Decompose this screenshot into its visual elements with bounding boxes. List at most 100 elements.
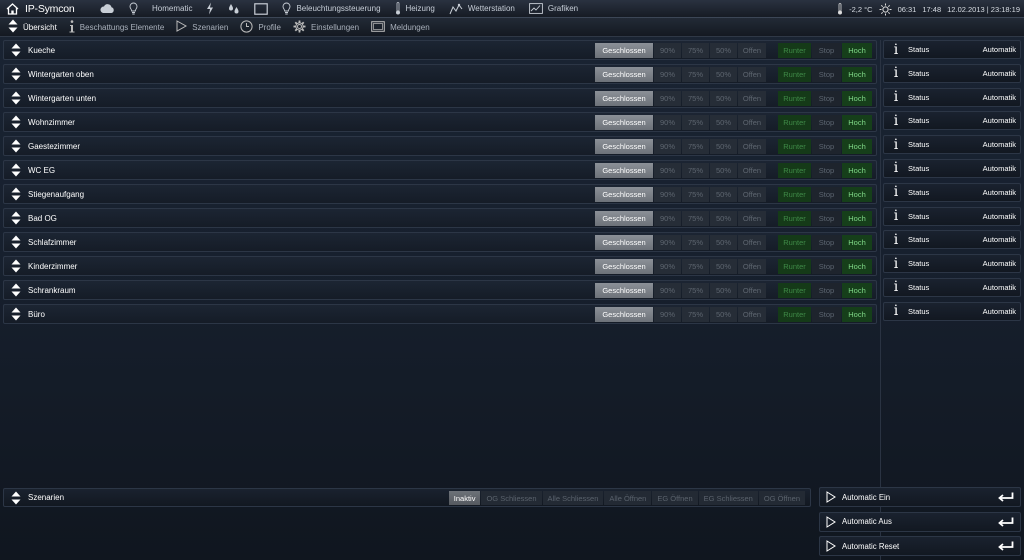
up-button[interactable]: Hoch — [842, 187, 872, 202]
info-icon[interactable]: i — [884, 66, 908, 80]
90-percent-button[interactable]: 90% — [654, 115, 681, 130]
open-button[interactable]: Offen — [738, 115, 766, 130]
down-button[interactable]: Runter — [778, 283, 811, 298]
info-icon[interactable]: i — [884, 114, 908, 128]
updown-arrows-icon[interactable] — [4, 139, 28, 153]
home-icon[interactable] — [4, 2, 20, 16]
topnav-item-water-drops[interactable] — [221, 0, 247, 18]
subnav-tab-clock[interactable]: Profile — [234, 18, 287, 37]
down-button[interactable]: Runter — [778, 187, 811, 202]
stop-button[interactable]: Stop — [812, 115, 841, 130]
closed-button[interactable]: Geschlossen — [595, 91, 653, 106]
75-percent-button[interactable]: 75% — [682, 307, 709, 322]
updown-arrows-icon[interactable] — [4, 91, 28, 105]
open-button[interactable]: Offen — [738, 235, 766, 250]
stop-button[interactable]: Stop — [812, 67, 841, 82]
stop-button[interactable]: Stop — [812, 259, 841, 274]
90-percent-button[interactable]: 90% — [654, 259, 681, 274]
info-icon[interactable]: i — [884, 90, 908, 104]
info-icon[interactable]: i — [884, 280, 908, 294]
up-button[interactable]: Hoch — [842, 235, 872, 250]
50-percent-button[interactable]: 50% — [710, 115, 737, 130]
topnav-item-grafiken[interactable]: Grafiken — [522, 0, 585, 18]
stop-button[interactable]: Stop — [812, 43, 841, 58]
75-percent-button[interactable]: 75% — [682, 259, 709, 274]
50-percent-button[interactable]: 50% — [710, 91, 737, 106]
open-button[interactable]: Offen — [738, 283, 766, 298]
updown-arrows-icon[interactable] — [4, 283, 28, 297]
down-button[interactable]: Runter — [778, 67, 811, 82]
50-percent-button[interactable]: 50% — [710, 43, 737, 58]
75-percent-button[interactable]: 75% — [682, 235, 709, 250]
50-percent-button[interactable]: 50% — [710, 235, 737, 250]
updown-arrows-icon[interactable] — [4, 67, 28, 81]
info-icon[interactable]: i — [884, 209, 908, 223]
90-percent-button[interactable]: 90% — [654, 235, 681, 250]
stop-button[interactable]: Stop — [812, 139, 841, 154]
stop-button[interactable]: Stop — [812, 91, 841, 106]
down-button[interactable]: Runter — [778, 115, 811, 130]
stop-button[interactable]: Stop — [812, 211, 841, 226]
info-icon[interactable]: i — [884, 233, 908, 247]
updown-arrows-icon[interactable] — [4, 187, 28, 201]
90-percent-button[interactable]: 90% — [654, 139, 681, 154]
75-percent-button[interactable]: 75% — [682, 115, 709, 130]
50-percent-button[interactable]: 50% — [710, 67, 737, 82]
90-percent-button[interactable]: 90% — [654, 187, 681, 202]
info-icon[interactable]: i — [884, 304, 908, 318]
down-button[interactable]: Runter — [778, 91, 811, 106]
stop-button[interactable]: Stop — [812, 283, 841, 298]
closed-button[interactable]: Geschlossen — [595, 67, 653, 82]
updown-arrows-icon[interactable] — [4, 235, 28, 249]
up-button[interactable]: Hoch — [842, 211, 872, 226]
automatic-button[interactable]: Automatic Aus — [819, 511, 1021, 532]
90-percent-button[interactable]: 90% — [654, 43, 681, 58]
up-button[interactable]: Hoch — [842, 163, 872, 178]
open-button[interactable]: Offen — [738, 211, 766, 226]
up-button[interactable]: Hoch — [842, 139, 872, 154]
info-icon[interactable]: i — [884, 138, 908, 152]
updown-arrows-icon[interactable] — [4, 259, 28, 273]
90-percent-button[interactable]: 90% — [654, 163, 681, 178]
open-button[interactable]: Offen — [738, 139, 766, 154]
up-button[interactable]: Hoch — [842, 67, 872, 82]
open-button[interactable]: Offen — [738, 307, 766, 322]
closed-button[interactable]: Geschlossen — [595, 307, 653, 322]
closed-button[interactable]: Geschlossen — [595, 163, 653, 178]
closed-button[interactable]: Geschlossen — [595, 283, 653, 298]
open-button[interactable]: Offen — [738, 163, 766, 178]
down-button[interactable]: Runter — [778, 259, 811, 274]
75-percent-button[interactable]: 75% — [682, 163, 709, 178]
50-percent-button[interactable]: 50% — [710, 283, 737, 298]
info-icon[interactable]: i — [884, 185, 908, 199]
topnav-item-cloud[interactable] — [92, 0, 122, 18]
automatic-button[interactable]: Automatic Reset — [819, 536, 1021, 556]
subnav-tab-info[interactable]: Beschattungs Elemente — [63, 18, 171, 37]
subnav-tab-updown-arrows[interactable]: Übersicht — [0, 18, 63, 37]
scene-button[interactable]: Inaktiv — [448, 491, 481, 505]
topnav-item-homematic[interactable]: Homematic — [145, 0, 199, 18]
closed-button[interactable]: Geschlossen — [595, 115, 653, 130]
subnav-tab-play[interactable]: Szenarien — [170, 18, 234, 37]
75-percent-button[interactable]: 75% — [682, 211, 709, 226]
open-button[interactable]: Offen — [738, 67, 766, 82]
updown-arrows-icon[interactable] — [4, 115, 28, 129]
down-button[interactable]: Runter — [778, 211, 811, 226]
down-button[interactable]: Runter — [778, 139, 811, 154]
scene-button[interactable]: EG Öffnen — [652, 491, 698, 505]
topnav-item-lightbulb[interactable] — [122, 0, 145, 18]
open-button[interactable]: Offen — [738, 259, 766, 274]
50-percent-button[interactable]: 50% — [710, 307, 737, 322]
closed-button[interactable]: Geschlossen — [595, 187, 653, 202]
stop-button[interactable]: Stop — [812, 307, 841, 322]
info-icon[interactable]: i — [884, 257, 908, 271]
down-button[interactable]: Runter — [778, 235, 811, 250]
75-percent-button[interactable]: 75% — [682, 43, 709, 58]
subnav-tab-gear[interactable]: Einstellungen — [287, 18, 365, 37]
open-button[interactable]: Offen — [738, 43, 766, 58]
down-button[interactable]: Runter — [778, 307, 811, 322]
automatic-button[interactable]: Automatic Ein — [819, 487, 1021, 507]
up-button[interactable]: Hoch — [842, 91, 872, 106]
50-percent-button[interactable]: 50% — [710, 211, 737, 226]
info-icon[interactable]: i — [884, 161, 908, 175]
